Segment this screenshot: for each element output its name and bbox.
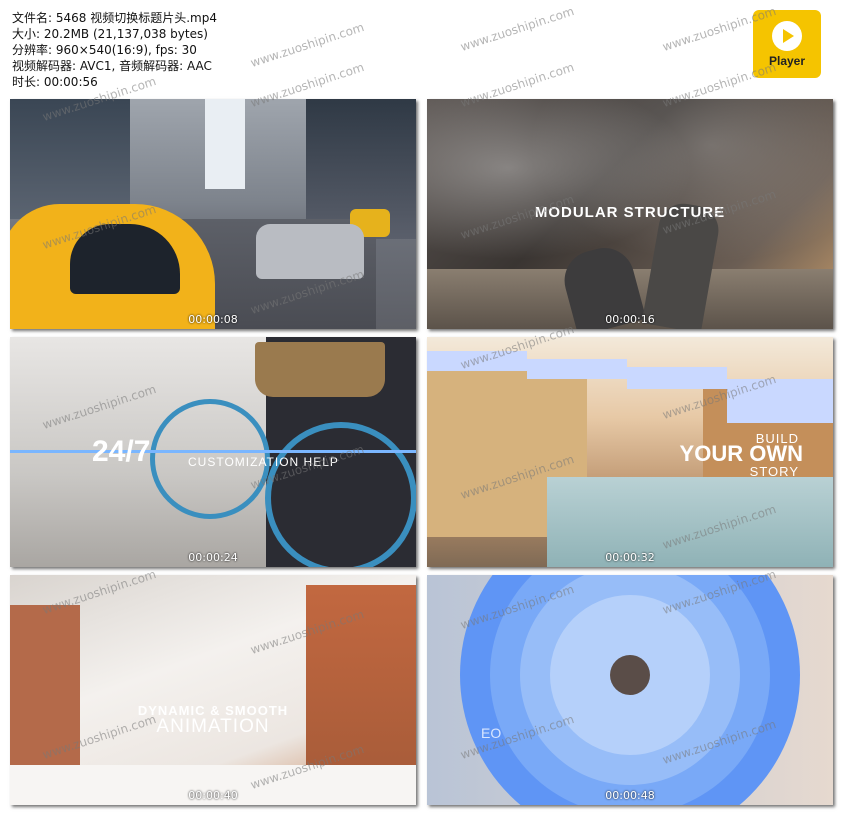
- timestamp: 00:00:48: [605, 789, 655, 802]
- play-icon: [772, 20, 802, 51]
- thumbnail-line3: STORY: [749, 464, 799, 479]
- file-size: 大小: 20.2MB (21,137,038 bytes): [12, 27, 208, 41]
- watermark: www.zuoshipin.com: [248, 20, 366, 70]
- file-name: 文件名: 5468 视频切换标题片头.mp4: [12, 11, 217, 25]
- thumbnail-1[interactable]: 00:00:08: [10, 99, 416, 329]
- timestamp: 00:00:32: [605, 551, 655, 564]
- thumbnail-title: MODULAR STRUCTURE: [534, 204, 726, 221]
- player-logo[interactable]: Player: [753, 10, 821, 78]
- watermark: www.zuoshipin.com: [458, 4, 576, 54]
- thumbnail-6[interactable]: EO 00:00:48: [427, 575, 833, 805]
- thumbnail-2[interactable]: MODULAR STRUCTURE 00:00:16: [427, 99, 833, 329]
- thumbnail-sub-text: CUSTOMIZATION HELP: [188, 455, 339, 469]
- file-codec: 视频解码器: AVC1, 音频解码器: AAC: [12, 59, 212, 73]
- thumbnail-big-text: 24/7: [92, 435, 151, 468]
- timestamp: 00:00:24: [188, 551, 238, 564]
- timestamp: 00:00:08: [188, 313, 238, 326]
- timestamp: 00:00:40: [188, 789, 238, 802]
- thumbnail-3[interactable]: 24/7 CUSTOMIZATION HELP 00:00:24: [10, 337, 416, 567]
- timestamp: 00:00:16: [605, 313, 655, 326]
- thumbnail-text: EO: [481, 725, 502, 741]
- player-logo-label: Player: [768, 53, 806, 68]
- file-resolution: 分辨率: 960×540(16:9), fps: 30: [12, 43, 197, 57]
- file-info: 文件名: 5468 视频切换标题片头.mp4 大小: 20.2MB (21,13…: [12, 10, 217, 90]
- thumbnail-4[interactable]: BUILD YOUR OWN STORY 00:00:32: [427, 337, 833, 567]
- thumbnail-line2: ANIMATION: [156, 716, 270, 737]
- thumbnail-5[interactable]: DYNAMIC & SMOOTH ANIMATION 00:00:40: [10, 575, 416, 805]
- file-duration: 时长: 00:00:56: [12, 75, 98, 89]
